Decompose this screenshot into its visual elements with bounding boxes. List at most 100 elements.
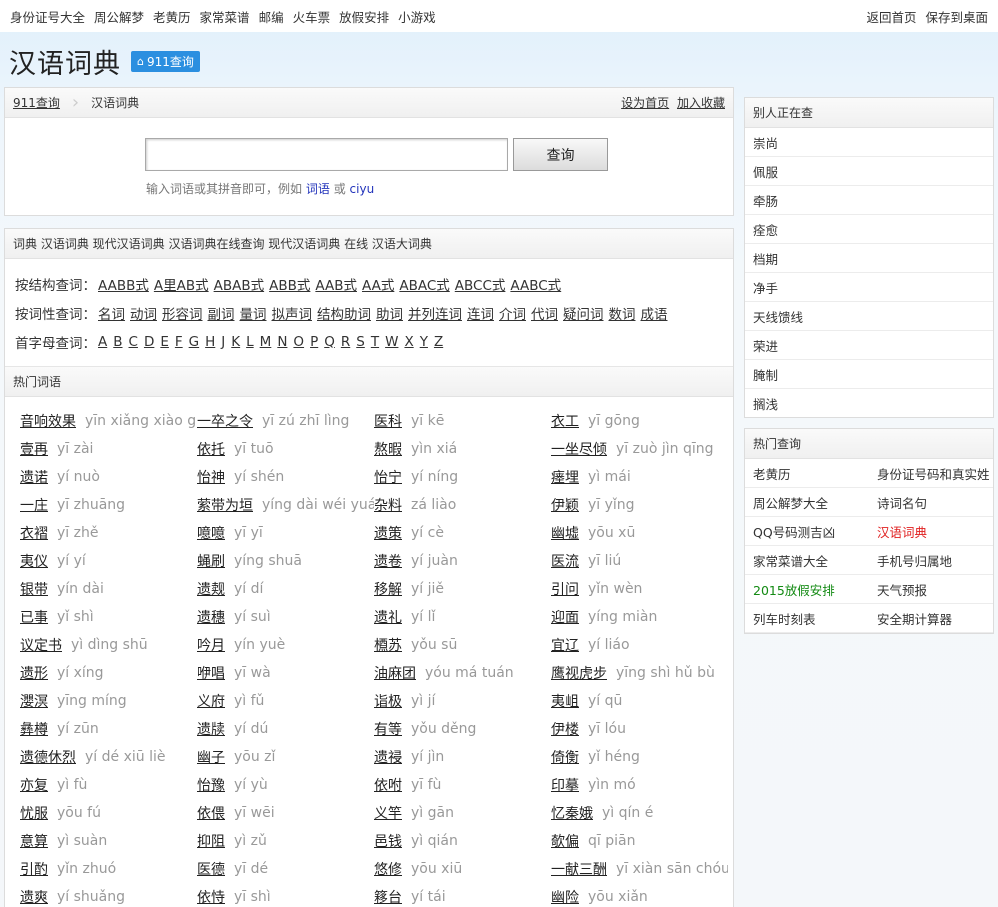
- word-link[interactable]: 鹰视虎步: [551, 663, 607, 683]
- initial-letter-link[interactable]: L: [246, 334, 254, 350]
- word-link[interactable]: 一坐尽倾: [551, 439, 607, 459]
- word-link[interactable]: 依偎: [197, 803, 225, 823]
- word-link[interactable]: 依恃: [197, 887, 225, 907]
- initial-letter-link[interactable]: Y: [420, 334, 428, 350]
- word-link[interactable]: 移解: [374, 579, 402, 599]
- pos-link[interactable]: 助词: [376, 303, 403, 323]
- others-searching-item[interactable]: 佩服: [745, 157, 993, 186]
- top-nav-link[interactable]: 放假安排: [339, 10, 389, 25]
- word-link[interactable]: 遗德休烈: [20, 747, 76, 767]
- word-link[interactable]: 忧服: [20, 803, 48, 823]
- word-link[interactable]: 亦复: [20, 775, 48, 795]
- word-link[interactable]: 医流: [551, 551, 579, 571]
- initial-letter-link[interactable]: A: [98, 334, 107, 350]
- structure-link[interactable]: AA式: [362, 274, 394, 294]
- pos-link[interactable]: 并列连词: [408, 303, 462, 323]
- initial-letter-link[interactable]: H: [205, 334, 215, 350]
- pos-link[interactable]: 形容词: [162, 303, 203, 323]
- search-input[interactable]: [145, 138, 508, 171]
- word-link[interactable]: 伊楼: [551, 719, 579, 739]
- hot-query-item[interactable]: 列车时刻表: [745, 604, 869, 633]
- word-link[interactable]: 有等: [374, 719, 402, 739]
- pos-link[interactable]: 动词: [130, 303, 157, 323]
- word-link[interactable]: 医科: [374, 411, 402, 431]
- word-link[interactable]: 怡神: [197, 467, 225, 487]
- others-searching-item[interactable]: 腌制: [745, 360, 993, 389]
- pos-link[interactable]: 连词: [467, 303, 494, 323]
- word-link[interactable]: 槱苏: [374, 635, 402, 655]
- breadcrumb-home-link[interactable]: 911查询: [13, 94, 60, 111]
- word-link[interactable]: 衣褶: [20, 523, 48, 543]
- others-searching-item[interactable]: 档期: [745, 244, 993, 273]
- word-link[interactable]: 遗礼: [374, 607, 402, 627]
- initial-letter-link[interactable]: X: [404, 334, 413, 350]
- word-link[interactable]: 迎面: [551, 607, 579, 627]
- initial-letter-link[interactable]: S: [356, 334, 365, 350]
- word-link[interactable]: 宜辽: [551, 635, 579, 655]
- initial-letter-link[interactable]: M: [260, 334, 272, 350]
- search-button[interactable]: 查询: [513, 138, 608, 171]
- word-link[interactable]: 怡豫: [197, 775, 225, 795]
- initial-letter-link[interactable]: P: [310, 334, 318, 350]
- word-link[interactable]: 瘗埋: [551, 467, 579, 487]
- structure-link[interactable]: AAB式: [315, 274, 357, 294]
- word-link[interactable]: 义竿: [374, 803, 402, 823]
- hot-query-item[interactable]: 汉语词典: [869, 517, 993, 546]
- word-link[interactable]: 银带: [20, 579, 48, 599]
- word-link[interactable]: 引酌: [20, 859, 48, 879]
- word-link[interactable]: 咿唱: [197, 663, 225, 683]
- pos-link[interactable]: 成语: [641, 303, 668, 323]
- structure-link[interactable]: AABB式: [98, 274, 149, 294]
- word-link[interactable]: 遗爽: [20, 887, 48, 907]
- others-searching-item[interactable]: 荣进: [745, 331, 993, 360]
- save-to-desktop-link[interactable]: 保存到桌面: [925, 10, 988, 25]
- word-link[interactable]: 遗觌: [197, 579, 225, 599]
- initial-letter-link[interactable]: C: [129, 334, 138, 350]
- word-link[interactable]: 怡宁: [374, 467, 402, 487]
- others-searching-item[interactable]: 搁浅: [745, 389, 993, 418]
- top-nav-link[interactable]: 周公解梦: [94, 10, 144, 25]
- initial-letter-link[interactable]: O: [293, 334, 304, 350]
- word-link[interactable]: 倚衡: [551, 747, 579, 767]
- top-nav-link[interactable]: 小游戏: [398, 10, 436, 25]
- word-link[interactable]: 遗穗: [197, 607, 225, 627]
- top-nav-link[interactable]: 邮编: [259, 10, 284, 25]
- structure-link[interactable]: A里AB式: [154, 274, 209, 294]
- structure-link[interactable]: ABAB式: [214, 274, 265, 294]
- initial-letter-link[interactable]: B: [113, 334, 122, 350]
- structure-link[interactable]: ABAC式: [399, 274, 449, 294]
- initial-letter-link[interactable]: G: [189, 334, 199, 350]
- word-link[interactable]: 一庄: [20, 495, 48, 515]
- word-link[interactable]: 熬暇: [374, 439, 402, 459]
- others-searching-item[interactable]: 天线馈线: [745, 302, 993, 331]
- pos-link[interactable]: 拟声词: [272, 303, 313, 323]
- top-nav-link[interactable]: 家常菜谱: [200, 10, 250, 25]
- hot-query-item[interactable]: 周公解梦大全: [745, 488, 869, 517]
- word-link[interactable]: 壹再: [20, 439, 48, 459]
- word-link[interactable]: 遗祲: [374, 747, 402, 767]
- word-link[interactable]: 悠修: [374, 859, 402, 879]
- word-link[interactable]: 议定书: [20, 635, 62, 655]
- initial-letter-link[interactable]: Q: [324, 334, 335, 350]
- initial-letter-link[interactable]: F: [175, 334, 183, 350]
- word-link[interactable]: 医德: [197, 859, 225, 879]
- pos-link[interactable]: 介词: [499, 303, 526, 323]
- initial-letter-link[interactable]: T: [371, 334, 379, 350]
- hot-query-item[interactable]: 手机号归属地: [869, 546, 993, 575]
- word-link[interactable]: 彝樽: [20, 719, 48, 739]
- word-link[interactable]: 杂料: [374, 495, 402, 515]
- word-link[interactable]: 簃台: [374, 887, 402, 907]
- word-link[interactable]: 瀴溟: [20, 691, 48, 711]
- top-nav-link[interactable]: 身份证号大全: [10, 10, 85, 25]
- top-nav-link[interactable]: 老黄历: [153, 10, 191, 25]
- word-link[interactable]: 遗牍: [197, 719, 225, 739]
- back-home-link[interactable]: 返回首页: [866, 10, 916, 25]
- others-searching-item[interactable]: 痊愈: [745, 215, 993, 244]
- initial-letter-link[interactable]: J: [221, 334, 225, 350]
- pos-link[interactable]: 疑问词: [563, 303, 604, 323]
- pos-link[interactable]: 名词: [98, 303, 125, 323]
- hot-query-item[interactable]: 身份证号码和真实姓: [869, 459, 993, 488]
- word-link[interactable]: 噫噫: [197, 523, 225, 543]
- structure-link[interactable]: AABC式: [510, 274, 561, 294]
- set-homepage-link[interactable]: 设为首页: [621, 96, 669, 110]
